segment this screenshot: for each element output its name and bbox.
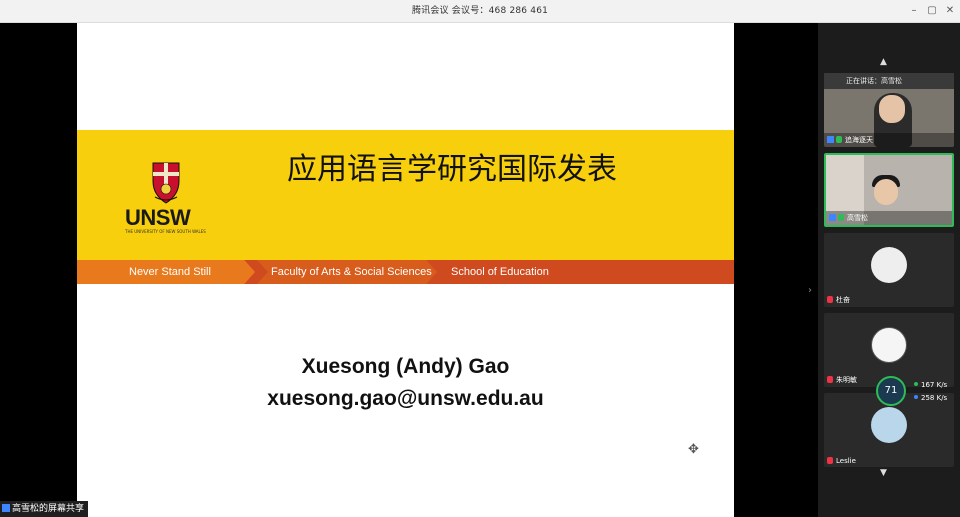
participant-tile-active[interactable]: 高雪松 — [824, 153, 954, 227]
unsw-crest-icon — [152, 162, 180, 204]
participant-name: 追海逐天 — [827, 135, 873, 145]
tab-never-stand-still: Never Stand Still — [77, 260, 255, 284]
mic-on-icon — [838, 214, 844, 221]
presenter-name: Xuesong (Andy) Gao — [301, 355, 510, 378]
download-unit: K/s — [936, 394, 948, 402]
unsw-logo: UNSW THE UNIVERSITY OF NEW SOUTH WALES — [123, 157, 207, 241]
mic-muted-icon — [827, 296, 833, 303]
participant-tile[interactable]: 杜奋 — [824, 233, 954, 307]
mic-on-icon — [836, 136, 842, 143]
participant-name: 杜奋 — [827, 295, 850, 305]
scroll-down-icon[interactable]: ▼ — [880, 468, 887, 478]
network-status[interactable]: 71 167 K/s 258 K/s — [876, 376, 956, 408]
download-icon — [914, 395, 918, 399]
upload-rate: 167 K/s — [914, 381, 947, 389]
participant-name: Leslie — [827, 457, 856, 465]
network-score: 71 — [876, 376, 906, 406]
participant-panel: ▲ 正在讲话：高雪松 追海逐天 高雪松 杜奋 朱明敏 Leslie ▼ — [818, 23, 960, 517]
participant-name-text: Leslie — [836, 457, 856, 465]
collapse-panel-icon[interactable]: › — [808, 285, 812, 296]
shared-screen-area[interactable]: UNSW THE UNIVERSITY OF NEW SOUTH WALES 应… — [0, 23, 818, 517]
close-button[interactable]: ✕ — [942, 3, 958, 19]
participant-name: 高雪松 — [829, 213, 868, 223]
video-face — [874, 179, 898, 205]
slide-tab-strip: Never Stand Still Faculty of Arts & Soci… — [77, 260, 734, 284]
participant-name-text: 杜奋 — [836, 296, 850, 304]
share-label-text: 高雪松的屏幕共享 — [12, 504, 85, 514]
meeting-title: 腾讯会议 会议号：468 286 461 — [411, 6, 549, 16]
participant-name: 朱明敏 — [827, 375, 857, 385]
share-icon — [2, 504, 10, 512]
host-icon — [827, 136, 834, 143]
avatar — [871, 247, 907, 283]
upload-unit: K/s — [936, 381, 948, 389]
avatar — [871, 407, 907, 443]
slide-header-band: UNSW THE UNIVERSITY OF NEW SOUTH WALES 应… — [77, 130, 734, 260]
tab-faculty: Faculty of Arts & Social Sciences — [257, 260, 437, 284]
video-face — [879, 95, 905, 123]
mic-muted-icon — [827, 457, 833, 464]
presenter-email: xuesong.gao@unsw.edu.au — [267, 387, 544, 410]
scroll-up-icon[interactable]: ▲ — [880, 57, 887, 67]
presentation-slide: UNSW THE UNIVERSITY OF NEW SOUTH WALES 应… — [77, 23, 734, 517]
speaking-indicator: 正在讲话：高雪松 — [824, 73, 954, 89]
window-title-bar: 腾讯会议 会议号：468 286 461 – ▢ ✕ — [0, 0, 960, 23]
maximize-button[interactable]: ▢ — [924, 3, 940, 19]
upload-icon — [914, 382, 918, 386]
upload-value: 167 — [921, 381, 935, 389]
unsw-wordmark: UNSW — [125, 205, 191, 230]
unsw-subtext: THE UNIVERSITY OF NEW SOUTH WALES — [125, 229, 206, 234]
cursor-icon: ✥ — [688, 442, 699, 457]
participant-name-text: 追海逐天 — [845, 136, 873, 144]
tab-school: School of Education — [437, 260, 557, 284]
slide-title: 应用语言学研究国际发表 — [287, 152, 617, 187]
mic-muted-icon — [827, 376, 833, 383]
participant-name-text: 高雪松 — [847, 214, 868, 222]
host-icon — [829, 214, 836, 221]
screen-share-label: 高雪松的屏幕共享 — [0, 501, 89, 517]
participant-tile[interactable]: 正在讲话：高雪松 追海逐天 — [824, 73, 954, 147]
minimize-button[interactable]: – — [906, 3, 922, 19]
download-rate: 258 K/s — [914, 394, 947, 402]
download-value: 258 — [921, 394, 935, 402]
participant-name-text: 朱明敏 — [836, 376, 857, 384]
avatar — [871, 327, 907, 363]
